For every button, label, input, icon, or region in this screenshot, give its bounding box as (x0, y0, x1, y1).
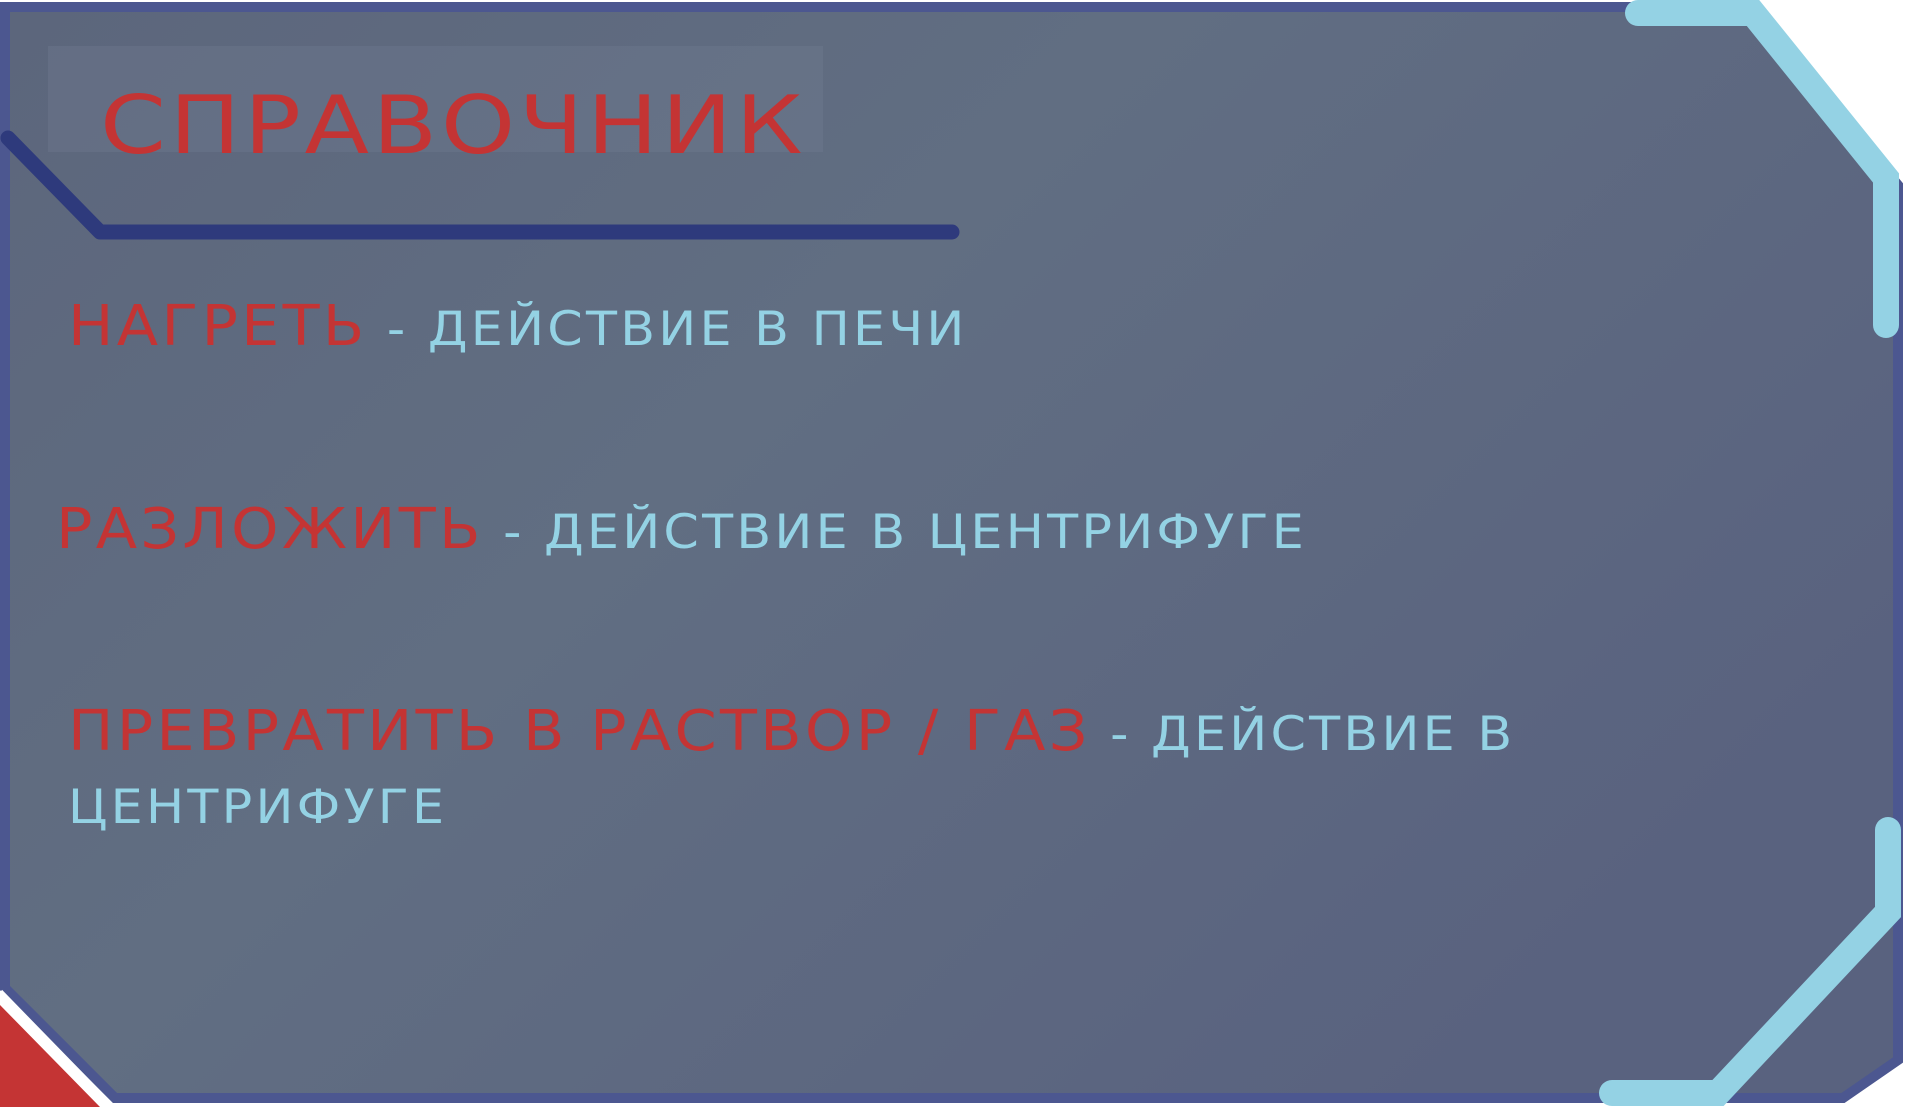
entry-description: ДЕЙСТВИЕ В ПЕЧИ (427, 302, 968, 357)
glossary-entry-decompose: РАЗЛОЖИТЬ - ДЕЙСТВИЕ В ЦЕНТРИФУГЕ (56, 495, 1307, 568)
entry-term: РАЗЛОЖИТЬ (56, 497, 484, 562)
entry-term: ПРЕВРАТИТЬ В РАСТВОР / ГАЗ (68, 699, 1091, 764)
entry-description: ДЕЙСТВИЕ В ЦЕНТРИФУГЕ (544, 505, 1308, 560)
entry-separator: - (367, 302, 428, 357)
glossary-entry-convert: ПРЕВРАТИТЬ В РАСТВОР / ГАЗ - ДЕЙСТВИЕ В … (68, 697, 1893, 843)
entry-term: НАГРЕТЬ (68, 294, 368, 359)
entry-separator: - (1090, 707, 1152, 762)
panel-title: СПРАВОЧНИК (100, 79, 807, 172)
glossary-entry-heat: НАГРЕТЬ - ДЕЙСТВИЕ В ПЕЧИ (68, 292, 968, 365)
entry-separator: - (483, 505, 545, 560)
